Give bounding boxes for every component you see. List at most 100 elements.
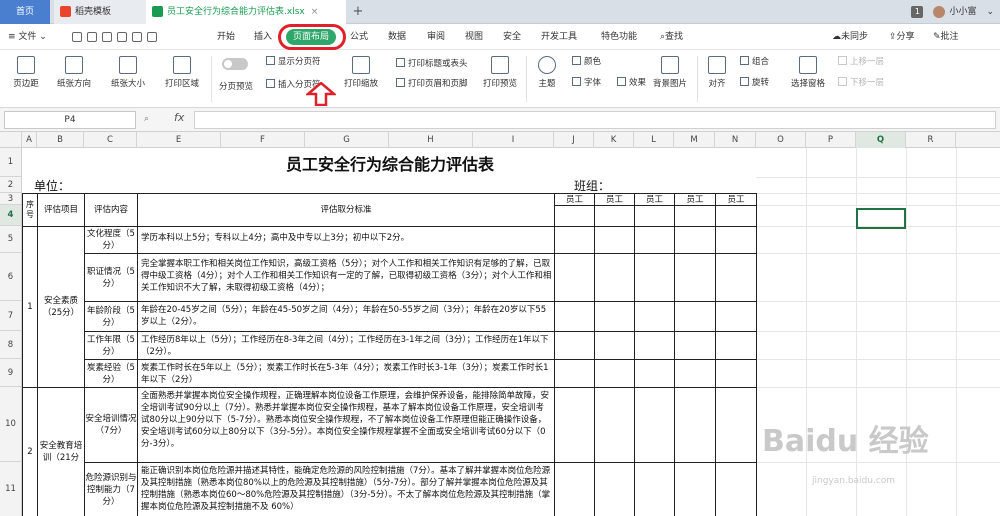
row-header[interactable]: 3 (0, 193, 21, 205)
orientation-button[interactable]: 纸张方向 (50, 56, 98, 89)
standard-r6[interactable]: 完全掌握本职工作和相关岗位工作知识，高级工资格（5分）；对个人工作和相关工作知识… (138, 256, 554, 301)
tab-home[interactable]: 首页 (0, 0, 50, 24)
header-employee[interactable]: 员工 (635, 194, 674, 205)
bring-forward-button[interactable]: 上移一层 (838, 56, 884, 69)
standard-r10[interactable]: 全面熟悉并掌握本岗位安全操作规程，正确理解本岗位设备工作原理，会维护保养设备，能… (138, 388, 554, 462)
user-name[interactable]: 小小富 (949, 7, 976, 17)
row-header[interactable]: 7 (0, 301, 21, 331)
print-preview-button[interactable]: 打印预览 (480, 56, 520, 89)
column-header[interactable]: N (715, 132, 756, 148)
column-header[interactable] (956, 132, 1000, 148)
menu-insert[interactable]: 插入 (254, 24, 272, 50)
formula-input[interactable] (194, 111, 996, 129)
save-icon[interactable] (72, 31, 82, 42)
column-header[interactable]: G (305, 132, 389, 148)
column-header[interactable]: F (221, 132, 305, 148)
fx-icon[interactable]: fx (174, 111, 184, 124)
column-header[interactable]: O (756, 132, 806, 148)
column-header[interactable]: P (806, 132, 856, 148)
search-box[interactable]: ⌕查找 (660, 24, 683, 50)
column-header[interactable]: C (84, 132, 137, 148)
column-header[interactable]: I (473, 132, 554, 148)
tab-template[interactable]: 稻壳模板 (54, 0, 146, 24)
align-button[interactable]: 对齐 (702, 56, 732, 89)
header-item[interactable]: 评估项目 (38, 194, 84, 226)
standard-r5[interactable]: 学历本科以上5分；专科以上4分；高中及中专以上3分；初中以下2分。 (138, 230, 554, 253)
group-button[interactable]: 组合 (740, 56, 769, 69)
print-scale-button[interactable]: 打印缩放 (338, 56, 384, 89)
redo-icon[interactable] (147, 31, 157, 42)
unit-label[interactable]: 单位： (34, 179, 70, 193)
menu-data[interactable]: 数据 (388, 24, 406, 50)
column-header[interactable]: H (389, 132, 473, 148)
menu-view[interactable]: 视图 (465, 24, 483, 50)
menu-developer[interactable]: 开发工具 (541, 24, 577, 50)
new-tab-button[interactable]: + (350, 0, 366, 24)
column-header-selected[interactable]: Q (856, 132, 906, 148)
content-r6[interactable]: 职证情况（5分） (85, 254, 137, 301)
menu-special[interactable]: 特色功能 (601, 24, 637, 50)
menu-start[interactable]: 开始 (217, 24, 235, 50)
header-no[interactable]: 序号 (23, 194, 37, 226)
file-menu[interactable]: ≡ 文件 ⌄ (8, 24, 47, 50)
row-header[interactable]: 2 (0, 177, 21, 193)
undo-icon[interactable] (132, 31, 142, 42)
print-icon[interactable] (102, 31, 112, 42)
avatar[interactable] (933, 5, 946, 18)
column-header[interactable]: J (554, 132, 594, 148)
standard-r11[interactable]: 能正确识别本岗位危险源并描述其特性，能确定危险源的风险控制措施（7分）。基本了解… (138, 463, 554, 516)
header-content[interactable]: 评估内容 (85, 194, 137, 226)
background-button[interactable]: 背景图片 (650, 56, 690, 89)
cat1-name[interactable]: 安全素质（25分） (38, 227, 84, 387)
header-standard[interactable]: 评估取分标准 (138, 194, 554, 226)
name-box[interactable]: P4 (4, 111, 136, 129)
page-preview-toggle[interactable] (222, 58, 248, 70)
content-r5[interactable]: 文化程度（5分） (85, 227, 137, 253)
cat2-no[interactable]: 2 (23, 388, 37, 516)
show-breaks-checkbox[interactable]: 显示分页符 (266, 56, 321, 69)
send-backward-button[interactable]: 下移一层 (838, 77, 884, 90)
close-icon[interactable]: × (311, 7, 319, 17)
comment-button[interactable]: ✎批注 (933, 24, 959, 50)
cat2-name[interactable]: 安全教育培训（21分 (38, 388, 84, 516)
header-employee[interactable]: 员工 (675, 194, 715, 205)
header-employee[interactable]: 员工 (716, 194, 756, 205)
share-button[interactable]: ⇪分享 (889, 24, 915, 50)
effects-button[interactable]: 效果 (617, 77, 646, 90)
cat1-no[interactable]: 1 (23, 227, 37, 387)
column-header[interactable]: K (594, 132, 634, 148)
standard-r8[interactable]: 工作经历8年以上（5分）；工作经历在8-3年之间（4分）；工作经历在3-1年之间… (138, 332, 554, 359)
row-header[interactable]: 8 (0, 331, 21, 359)
row-header[interactable]: 5 (0, 226, 21, 253)
row-header[interactable]: 9 (0, 359, 21, 387)
content-r8[interactable]: 工作年限（5分） (85, 332, 137, 359)
colors-button[interactable]: 颜色 (572, 56, 601, 69)
selected-cell[interactable] (856, 208, 906, 229)
header-employee[interactable]: 员工 (555, 194, 594, 205)
content-r9[interactable]: 炭素经验（5分） (85, 360, 137, 387)
window-count-badge[interactable]: 1 (911, 6, 924, 18)
sheet-title[interactable]: 员工安全行为综合能力评估表 (24, 149, 756, 177)
margins-button[interactable]: 页边距 (8, 56, 44, 89)
paper-size-button[interactable]: 纸张大小 (104, 56, 152, 89)
menu-review[interactable]: 审阅 (427, 24, 445, 50)
theme-button[interactable]: 主题 (532, 56, 562, 89)
column-header[interactable]: E (137, 132, 221, 148)
row-header[interactable]: 11 (0, 462, 21, 516)
print-header-footer-button[interactable]: 打印页眉和页脚 (396, 78, 468, 91)
column-header[interactable]: R (906, 132, 956, 148)
column-header[interactable]: A (22, 132, 37, 148)
row-header[interactable]: 1 (0, 148, 21, 177)
preview-icon[interactable] (117, 31, 127, 42)
fonts-button[interactable]: 字体 (572, 77, 601, 90)
row-header[interactable]: 10 (0, 387, 21, 462)
row-header-selected[interactable]: 4 (0, 205, 21, 226)
sync-status[interactable]: ☁未同步 (832, 24, 868, 50)
print-area-button[interactable]: 打印区域 (158, 56, 206, 89)
standard-r7[interactable]: 年龄在20-45岁之间（5分）；年龄在45-50岁之间（4分）；年龄在50-55… (138, 302, 554, 331)
content-r11[interactable]: 危险源识别与控制能力（7分） (85, 463, 137, 516)
column-header[interactable]: M (674, 132, 715, 148)
column-header[interactable]: B (37, 132, 84, 148)
standard-r9[interactable]: 炭素工作时长在5年以上（5分）；炭素工作时长在5-3年（4分）；炭素工作时长3-… (138, 360, 554, 387)
page-preview-button[interactable]: 分页预览 (215, 80, 257, 92)
